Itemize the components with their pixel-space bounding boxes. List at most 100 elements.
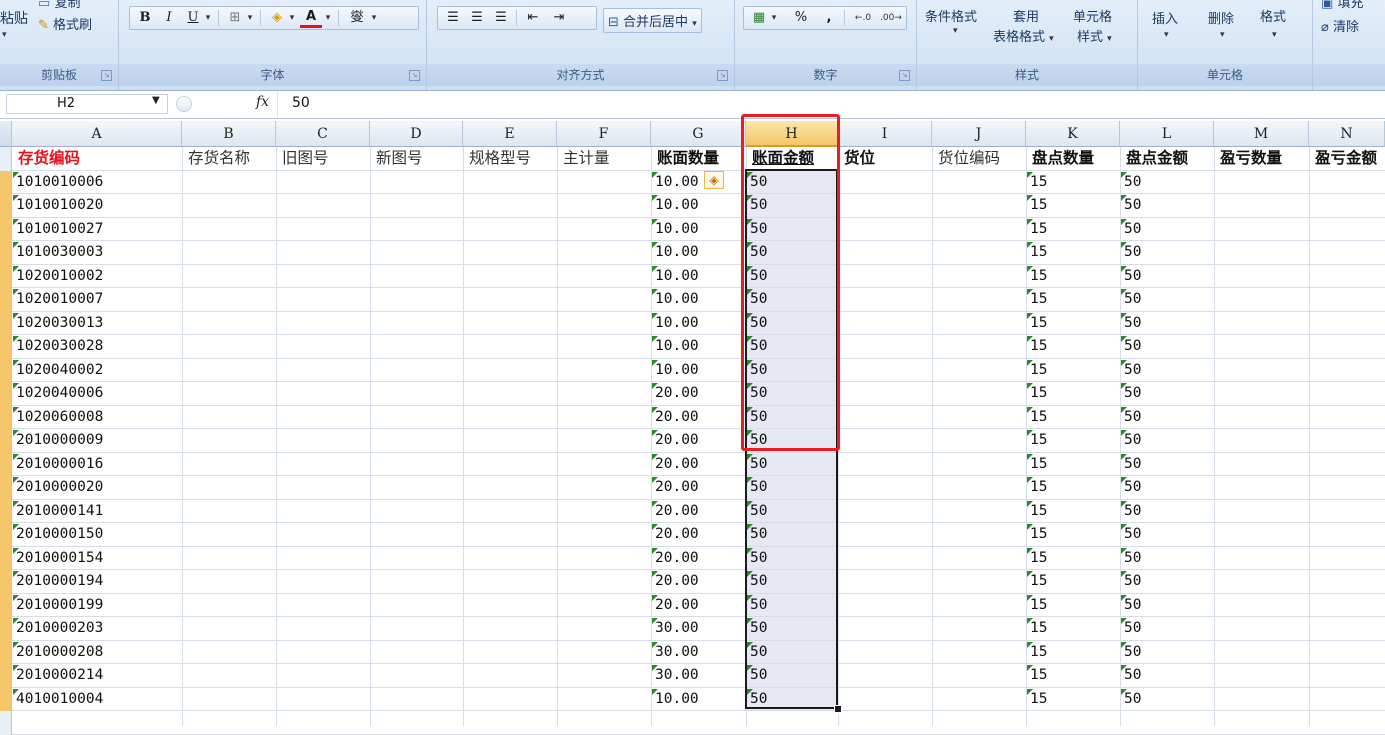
cell-g[interactable]: 20.00: [655, 453, 699, 477]
clear-button[interactable]: ⌀ 清除: [1321, 16, 1359, 35]
header-cell-d[interactable]: 新图号: [376, 147, 423, 171]
row-header[interactable]: [0, 241, 12, 265]
header-cell-j[interactable]: 货位编码: [938, 147, 1000, 171]
header-cell-n[interactable]: 盈亏金额: [1315, 147, 1377, 171]
clipboard-launcher-icon[interactable]: ↘: [101, 70, 112, 81]
row-header[interactable]: [0, 711, 12, 735]
border-icon[interactable]: ⊞: [224, 7, 246, 29]
column-header-i[interactable]: I: [838, 121, 932, 147]
cell-a[interactable]: 1020040002: [16, 359, 103, 383]
cell-g[interactable]: 30.00: [655, 641, 699, 665]
header-cell-f[interactable]: 主计量: [563, 147, 610, 171]
decrease-decimal-icon[interactable]: .00→: [878, 7, 904, 29]
cell-g[interactable]: 20.00: [655, 406, 699, 430]
formula-input[interactable]: 50: [292, 95, 310, 111]
paste-button[interactable]: 粘贴: [0, 8, 28, 28]
name-box-dropdown-icon[interactable]: ▼: [152, 95, 160, 106]
row-header[interactable]: [0, 593, 12, 617]
table-format-button[interactable]: 套用: [1013, 6, 1039, 25]
insert-button[interactable]: 插入: [1152, 8, 1178, 27]
cell-a[interactable]: 4010010004: [16, 688, 103, 712]
align-right-icon[interactable]: ☰: [490, 7, 512, 29]
row-header[interactable]: [0, 687, 12, 711]
column-header-b[interactable]: B: [182, 121, 276, 147]
header-cell-b[interactable]: 存货名称: [188, 147, 250, 171]
cell-g[interactable]: 10.00: [655, 171, 699, 195]
row-header[interactable]: [0, 217, 12, 241]
cell-a[interactable]: 1020030028: [16, 335, 103, 359]
currency-dropdown-icon[interactable]: ▾: [768, 7, 780, 29]
smart-tag-icon[interactable]: ◈: [704, 171, 724, 189]
header-cell-e[interactable]: 规格型号: [469, 147, 531, 171]
cell-a[interactable]: 1020030013: [16, 312, 103, 336]
format-button[interactable]: 格式: [1260, 6, 1286, 25]
column-header-g[interactable]: G: [651, 121, 746, 147]
number-launcher-icon[interactable]: ↘: [899, 70, 910, 81]
cell-g[interactable]: 10.00: [655, 241, 699, 265]
cell-g[interactable]: 10.00: [655, 335, 699, 359]
cell-g[interactable]: 20.00: [655, 429, 699, 453]
currency-icon[interactable]: ▦: [748, 7, 770, 29]
cell-a[interactable]: 1020040006: [16, 382, 103, 406]
column-header-m[interactable]: M: [1214, 121, 1309, 147]
alignment-launcher-icon[interactable]: ↘: [717, 70, 728, 81]
row-header[interactable]: [0, 170, 12, 194]
cell-g[interactable]: 10.00: [655, 194, 699, 218]
row-header[interactable]: [0, 452, 12, 476]
column-header-d[interactable]: D: [370, 121, 463, 147]
column-header-l[interactable]: L: [1120, 121, 1214, 147]
font-color-dropdown-icon[interactable]: ▾: [322, 7, 334, 29]
paste-dropdown-icon[interactable]: ▾: [2, 30, 7, 40]
header-cell-c[interactable]: 旧图号: [282, 147, 329, 171]
cell-g[interactable]: 20.00: [655, 382, 699, 406]
header-cell-a[interactable]: 存货编码: [18, 147, 80, 171]
cell-a[interactable]: 1020060008: [16, 406, 103, 430]
column-header-c[interactable]: C: [276, 121, 370, 147]
underline-button[interactable]: U: [182, 7, 204, 29]
row-header[interactable]: [0, 664, 12, 688]
row-header[interactable]: [0, 546, 12, 570]
increase-indent-icon[interactable]: ⇥: [548, 7, 570, 29]
increase-decimal-icon[interactable]: ←.0: [850, 7, 876, 29]
row-header[interactable]: [0, 617, 12, 641]
row-header[interactable]: [0, 311, 12, 335]
header-cell-k[interactable]: 盘点数量: [1032, 147, 1094, 171]
cell-g[interactable]: 30.00: [655, 664, 699, 688]
fill-color-icon[interactable]: ◈: [266, 7, 288, 29]
border-dropdown-icon[interactable]: ▾: [244, 7, 256, 29]
delete-button[interactable]: 删除: [1208, 8, 1234, 27]
cell-a[interactable]: 1020010007: [16, 288, 103, 312]
align-center-icon[interactable]: ☰: [466, 7, 488, 29]
fill-button[interactable]: ▣ 填充: [1321, 0, 1363, 11]
cell-a[interactable]: 2010000194: [16, 570, 103, 594]
insert-dropdown-icon[interactable]: ▾: [1164, 30, 1169, 40]
merge-center-button[interactable]: ⊟ 合并后居中 ▾: [603, 8, 702, 33]
cell-a[interactable]: 1010010027: [16, 218, 103, 242]
cell-a[interactable]: 1010010020: [16, 194, 103, 218]
row-header[interactable]: [0, 405, 12, 429]
row-header[interactable]: [0, 499, 12, 523]
column-header-e[interactable]: E: [463, 121, 557, 147]
cell-g[interactable]: 20.00: [655, 570, 699, 594]
column-header-k[interactable]: K: [1026, 121, 1120, 147]
cell-a[interactable]: 2010000009: [16, 429, 103, 453]
header-cell-i[interactable]: 货位: [844, 147, 875, 171]
font-launcher-icon[interactable]: ↘: [409, 70, 420, 81]
row-header[interactable]: [0, 382, 12, 406]
decrease-indent-icon[interactable]: ⇤: [522, 7, 544, 29]
cell-g[interactable]: 10.00: [655, 288, 699, 312]
row-header[interactable]: [0, 476, 12, 500]
cell-style-button[interactable]: 单元格: [1073, 6, 1112, 25]
cell-g[interactable]: 10.00: [655, 359, 699, 383]
column-header-f[interactable]: F: [557, 121, 651, 147]
cell-a[interactable]: 1010030003: [16, 241, 103, 265]
cell-a[interactable]: 2010000150: [16, 523, 103, 547]
cell-a[interactable]: 2010000154: [16, 547, 103, 571]
phonetic-dropdown-icon[interactable]: ▾: [368, 7, 380, 29]
conditional-format-dropdown-icon[interactable]: ▾: [953, 26, 958, 36]
phonetic-button[interactable]: 燮: [346, 7, 368, 29]
row-header[interactable]: [0, 523, 12, 547]
underline-dropdown-icon[interactable]: ▾: [202, 7, 214, 29]
header-cell-m[interactable]: 盈亏数量: [1220, 147, 1282, 171]
cell-a[interactable]: 1010010006: [16, 171, 103, 195]
